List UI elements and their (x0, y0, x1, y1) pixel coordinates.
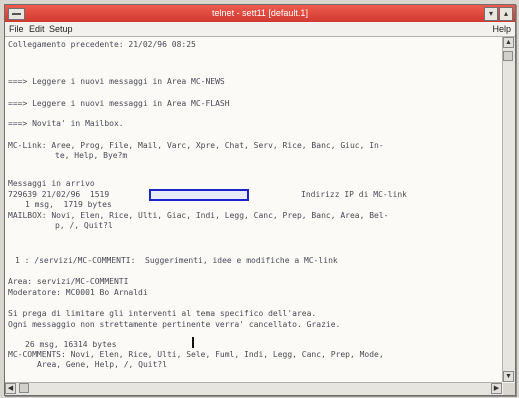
terminal-line: 1 : /servizi/MC-COMMENTI: Suggerimenti, … (15, 256, 338, 265)
terminal-line: MC-Link: Aree, Prog, File, Mail, Varc, X… (8, 141, 384, 150)
terminal-line: Area, Gene, Help, /, Quit?l (37, 360, 168, 369)
window-title: telnet - sett11 [default.1] (212, 8, 308, 18)
terminal-line: Si prega di limitare gli interventi al t… (8, 309, 317, 318)
terminal-line: Area: servizi/MC-COMMENTI (8, 277, 129, 286)
scroll-up-arrow-icon[interactable]: ▲ (503, 37, 514, 48)
menu-edit[interactable]: Edit (29, 23, 45, 36)
terminal-line: Indirizz IP di MC-link (301, 190, 407, 199)
terminal-line: p, /, Quit?l (55, 221, 113, 230)
menu-bar: File Edit Setup Help (5, 23, 515, 37)
selection-highlight[interactable] (149, 189, 249, 201)
scroll-left-arrow-icon[interactable]: ◀ (5, 383, 16, 394)
system-menu-icon[interactable] (8, 8, 25, 20)
terminal-screen[interactable]: Collegamento precedente: 21/02/96 08:25 … (5, 37, 502, 382)
terminal-line: MC-COMMENTS: Novi, Elen, Rice, Ulti, Sel… (8, 350, 384, 359)
terminal-line: Messaggi in arrivo (8, 179, 95, 188)
minimize-button[interactable]: ▾ (484, 7, 498, 21)
terminal-line: te, Help, Bye?m (55, 151, 128, 160)
terminal-line: ===> Leggere i nuovi messaggi in Area MC… (8, 99, 230, 108)
vertical-scrollbar[interactable]: ▲ ▼ (502, 37, 515, 382)
terminal-line: 729639 21/02/96 1519 (8, 190, 110, 199)
terminal-line: MAILBOX: Novi, Elen, Rice, Ulti, Giac, I… (8, 211, 389, 220)
vertical-scroll-thumb[interactable] (503, 51, 513, 61)
size-grip (503, 383, 515, 395)
title-bar: telnet - sett11 [default.1] ▾ ▴ (5, 5, 515, 22)
terminal-line: ===> Novita' in Mailbox. (8, 119, 124, 128)
scroll-right-arrow-icon[interactable]: ▶ (491, 383, 502, 394)
horizontal-scroll-thumb[interactable] (19, 383, 29, 393)
text-cursor (192, 337, 194, 348)
menu-setup[interactable]: Setup (49, 23, 73, 36)
telnet-window: telnet - sett11 [default.1] ▾ ▴ File Edi… (4, 4, 516, 396)
scroll-down-arrow-icon[interactable]: ▼ (503, 371, 514, 382)
maximize-button[interactable]: ▴ (499, 7, 513, 21)
terminal-line: Collegamento precedente: 21/02/96 08:25 (8, 40, 196, 49)
menu-file[interactable]: File (9, 23, 24, 36)
menu-help[interactable]: Help (492, 23, 511, 36)
terminal-line: 26 msg, 16314 bytes (25, 340, 117, 349)
terminal-line: ===> Leggere i nuovi messaggi in Area MC… (8, 77, 225, 86)
horizontal-scrollbar[interactable]: ◀ ▶ (5, 382, 502, 395)
terminal-line: Ogni messaggio non strettamente pertinen… (8, 320, 341, 329)
terminal-line: Moderatore: MC0001 Bo Arnaldi (8, 288, 148, 297)
terminal-line: 1 msg, 1719 bytes (25, 200, 112, 209)
